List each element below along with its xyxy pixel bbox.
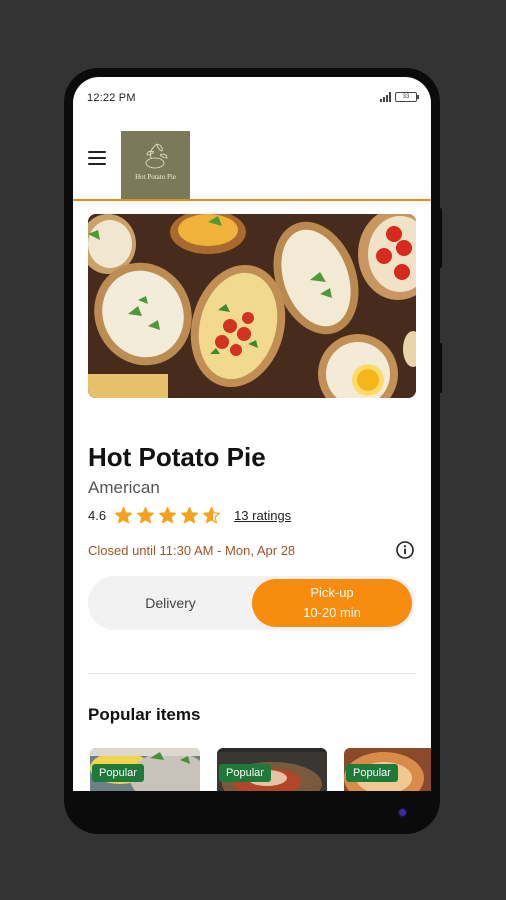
rating-value: 4.6 — [88, 507, 107, 523]
signal-icon — [380, 92, 391, 102]
popular-items-title: Popular items — [88, 705, 201, 724]
status-time: 12:22 PM — [87, 92, 136, 104]
star-icon — [203, 506, 221, 523]
section-divider — [88, 673, 416, 674]
hamburger-menu-icon[interactable] — [88, 151, 106, 165]
camera-indicator — [399, 809, 406, 816]
delivery-option[interactable]: Delivery — [88, 576, 253, 630]
status-bar: 12:22 PM 33 — [73, 77, 431, 117]
popular-item-card[interactable]: Popular — [217, 748, 327, 791]
baked-potatoes-photo — [88, 214, 416, 398]
star-icon — [137, 506, 155, 523]
logo-text: Hot Potato Pie — [135, 173, 176, 181]
popular-items-carousel: Popular Popular Popular — [90, 748, 431, 791]
phone-side-button — [436, 343, 442, 393]
delivery-label: Delivery — [145, 595, 196, 611]
pickup-label: Pick-up — [310, 585, 354, 600]
restaurant-cuisine: American — [88, 478, 160, 497]
rating-row: 4.6 13 ratings — [88, 504, 291, 526]
star-icon — [159, 506, 177, 523]
restaurant-logo: Hot Potato Pie — [121, 131, 190, 199]
store-status: Closed until 11:30 AM - Mon, Apr 28 — [88, 543, 296, 558]
popular-item-card[interactable]: Popular — [344, 748, 431, 791]
pickup-time: 10-20 min — [303, 605, 361, 620]
phone-frame: 12:22 PM 33 Hot Potato Pie Hot Potato Pi… — [64, 68, 440, 834]
phone-side-button — [436, 208, 442, 268]
status-icons: 33 — [380, 92, 419, 102]
ratings-link[interactable]: 13 ratings — [234, 508, 291, 523]
popular-item-card[interactable]: Popular — [90, 748, 200, 791]
popular-badge: Popular — [92, 764, 144, 782]
restaurant-name: Hot Potato Pie — [88, 442, 266, 472]
battery-icon: 33 — [395, 92, 419, 102]
app-header: Hot Potato Pie — [73, 117, 431, 201]
pickup-option[interactable]: Pick-up 10-20 min — [252, 579, 412, 627]
info-icon[interactable] — [395, 540, 415, 560]
popular-badge: Popular — [346, 764, 398, 782]
app-screen: 12:22 PM 33 Hot Potato Pie Hot Potato Pi… — [73, 77, 431, 791]
potato-plant-logo-icon — [145, 143, 168, 169]
star-icon — [181, 506, 199, 523]
rating-stars — [114, 506, 224, 525]
popular-badge: Popular — [219, 764, 271, 782]
order-type-toggle: Delivery Pick-up 10-20 min — [88, 576, 415, 630]
star-icon — [115, 506, 133, 523]
hero-image — [88, 214, 416, 398]
